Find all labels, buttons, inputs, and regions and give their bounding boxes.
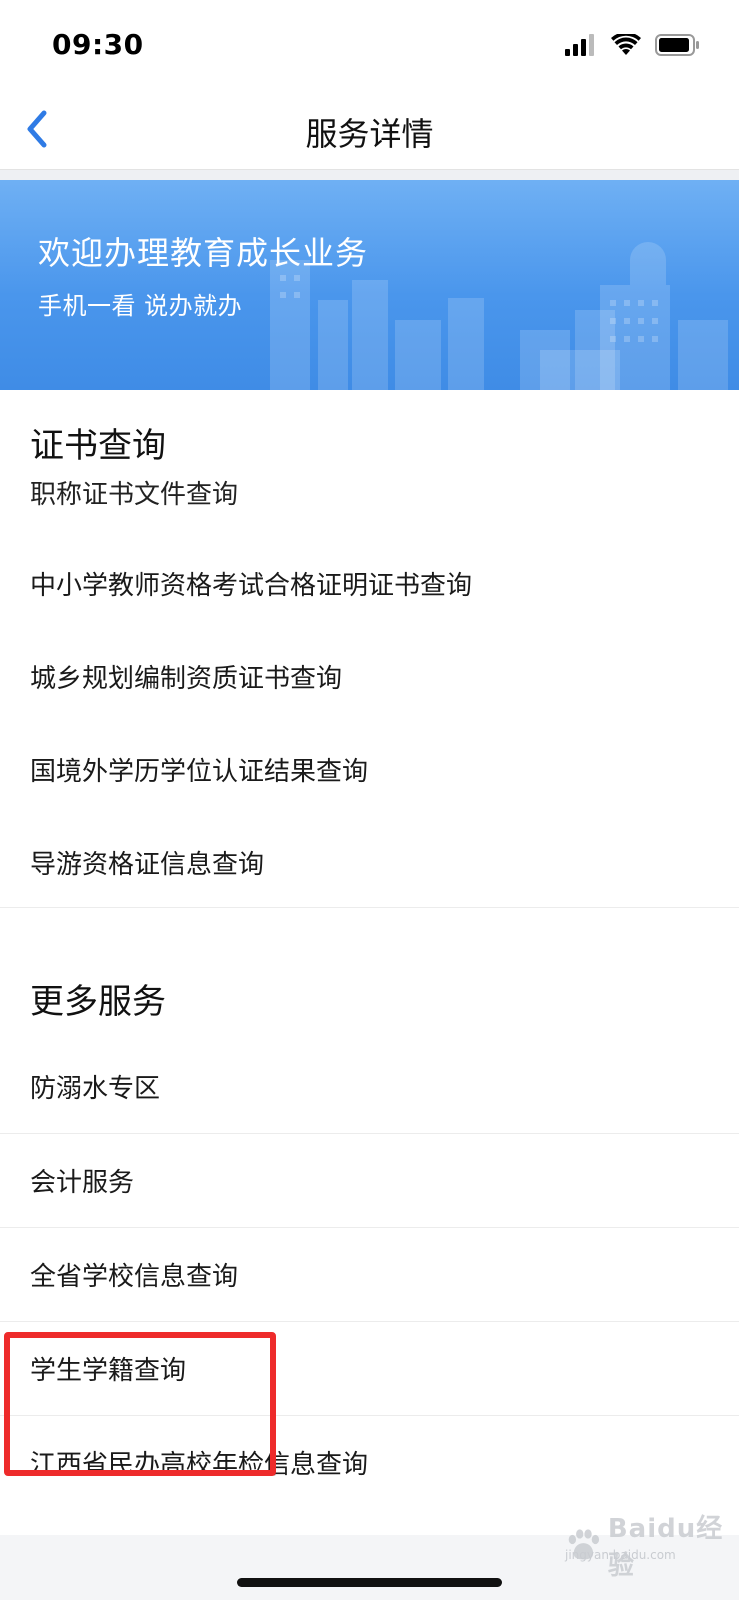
list-item[interactable]: 会计服务: [0, 1134, 739, 1228]
signal-icon: [565, 34, 597, 60]
list-item-label: 国境外学历学位认证结果查询: [30, 757, 369, 787]
list-item[interactable]: 防溺水专区: [0, 1040, 739, 1134]
status-time: 09:30: [52, 28, 144, 61]
list-item-label: 导游资格证信息查询: [30, 850, 265, 880]
section-title-more-services: 更多服务: [30, 982, 166, 1022]
list-item-label: 中小学教师资格考试合格证明证书查询: [30, 571, 473, 601]
list-item[interactable]: 全省学校信息查询: [0, 1228, 739, 1322]
watermark-text: Baidu经验: [607, 1514, 724, 1581]
list-item-label: 防溺水专区: [30, 1074, 161, 1104]
banner-subtitle: 手机一看 说办就办: [38, 292, 243, 320]
list-item[interactable]: 江西省民办高校年检信息查询: [0, 1416, 739, 1510]
battery-icon: [655, 34, 701, 60]
wifi-icon: [611, 32, 641, 60]
list-item[interactable]: 城乡规划编制资质证书查询: [0, 628, 739, 722]
skyline-illustration: [270, 242, 728, 390]
list-item-label: 城乡规划编制资质证书查询: [30, 664, 343, 694]
home-indicator[interactable]: [237, 1578, 502, 1587]
list-item-label: 会计服务: [30, 1168, 135, 1198]
nav-bar: 服务详情: [0, 95, 739, 170]
status-icons: [565, 32, 701, 60]
list-item-label: 江西省民办高校年检信息查询: [30, 1450, 369, 1480]
status-bar: 09:30: [0, 0, 739, 95]
list-item[interactable]: 国境外学历学位认证结果查询: [0, 721, 739, 815]
watermark: Baidu经验: [565, 1508, 739, 1582]
service-banner: 欢迎办理教育成长业务 手机一看 说办就办: [0, 180, 739, 390]
section-title-certificates: 证书查询: [30, 426, 166, 466]
list-item-label: 全省学校信息查询: [30, 1262, 239, 1292]
banner-title: 欢迎办理教育成长业务: [38, 234, 369, 272]
list-item-label: 学生学籍查询: [30, 1356, 187, 1386]
list-item-label: 职称证书文件查询: [30, 480, 239, 510]
list-item[interactable]: 中小学教师资格考试合格证明证书查询: [0, 535, 739, 629]
divider: [0, 170, 739, 180]
list-item[interactable]: 导游资格证信息查询: [0, 814, 739, 908]
list-item-student-status[interactable]: 学生学籍查询: [0, 1322, 739, 1416]
watermark-url: jingyan.baidu.com: [565, 1548, 676, 1562]
page-title: 服务详情: [305, 115, 434, 153]
